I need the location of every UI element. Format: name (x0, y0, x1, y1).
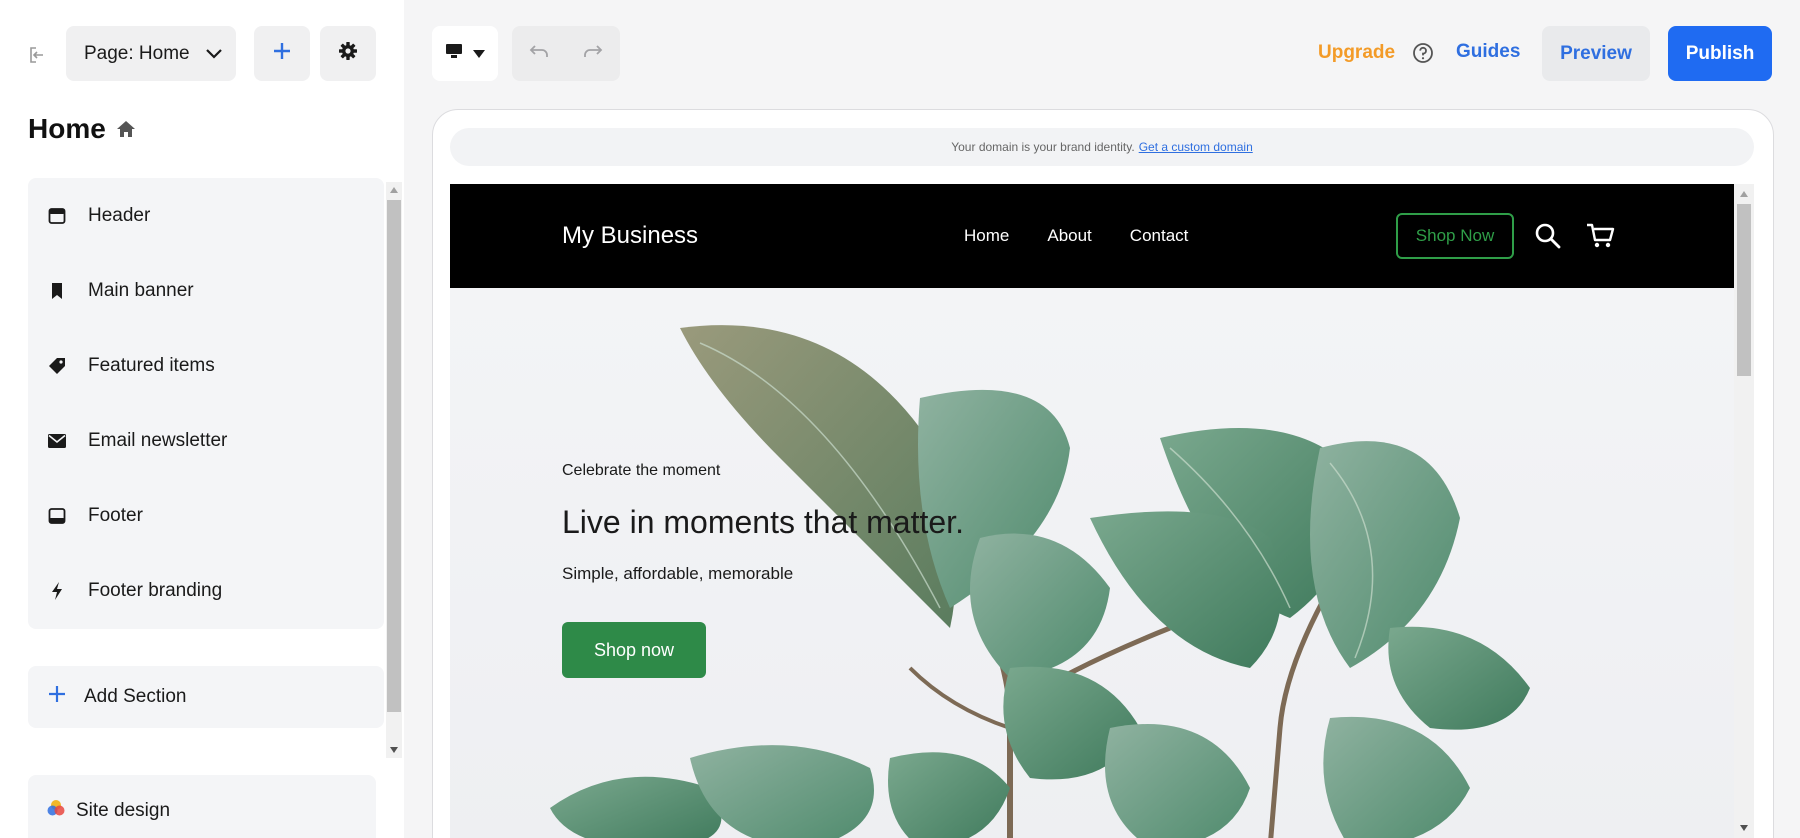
footer-icon (46, 505, 68, 527)
hero-title: Live in moments that matter. (562, 504, 964, 540)
domain-notice-text: Your domain is your brand identity. (951, 140, 1135, 154)
section-item-email-newsletter[interactable]: Email newsletter (28, 403, 384, 478)
section-item-footer[interactable]: Footer (28, 478, 384, 553)
sections-scrollbar[interactable] (386, 182, 402, 758)
section-item-main-banner[interactable]: Main banner (28, 253, 384, 328)
section-label: Main banner (88, 279, 194, 301)
site-header-shop-button[interactable]: Shop Now (1396, 213, 1514, 259)
section-label: Featured items (88, 354, 215, 376)
help-icon[interactable] (1412, 42, 1434, 64)
palette-icon (46, 798, 66, 824)
site-preview: My Business Home About Contact Shop Now (450, 184, 1734, 838)
site-logo[interactable]: My Business (562, 222, 698, 250)
section-label: Footer branding (88, 579, 223, 601)
upgrade-link[interactable]: Upgrade (1318, 42, 1395, 64)
section-label: Header (88, 204, 151, 226)
caret-down-icon (473, 45, 485, 63)
undo-button[interactable] (512, 26, 566, 81)
editor-sidebar: Page: Home Home Header Main banner Featu… (0, 0, 404, 838)
scroll-up-arrow-icon[interactable] (1736, 186, 1752, 202)
plus-icon (272, 41, 292, 66)
site-header[interactable]: My Business Home About Contact Shop Now (450, 184, 1734, 288)
gear-icon (338, 41, 358, 66)
section-label: Email newsletter (88, 429, 228, 451)
site-nav-about[interactable]: About (1047, 226, 1091, 246)
page-select-label: Page: Home (84, 42, 190, 64)
section-list: Header Main banner Featured items Email … (28, 178, 384, 629)
add-section-label: Add Section (84, 686, 187, 707)
page-title-text: Home (28, 113, 106, 144)
site-nav-home[interactable]: Home (964, 226, 1009, 246)
site-nav: Home About Contact (964, 226, 1188, 246)
custom-domain-link[interactable]: Get a custom domain (1139, 140, 1253, 154)
add-page-button[interactable] (254, 26, 310, 81)
hero-shop-now-button[interactable]: Shop now (562, 622, 706, 678)
scroll-down-arrow-icon[interactable] (386, 742, 402, 758)
home-icon (116, 113, 136, 145)
header-icon (46, 205, 68, 227)
undo-icon (528, 44, 550, 63)
desktop-icon (445, 43, 463, 64)
site-design-label: Site design (76, 800, 171, 821)
envelope-icon (46, 430, 68, 452)
plus-icon (48, 685, 66, 709)
tag-icon (46, 355, 68, 377)
site-design-button[interactable]: Site design (28, 775, 376, 838)
page-select-dropdown[interactable]: Page: Home (66, 26, 236, 81)
bookmark-icon (46, 280, 68, 302)
section-label: Footer (88, 504, 143, 526)
scroll-up-arrow-icon[interactable] (386, 182, 402, 198)
scrollbar-thumb[interactable] (1737, 204, 1751, 376)
scrollbar-thumb[interactable] (387, 200, 401, 712)
page-title: Home (28, 113, 136, 145)
scroll-down-arrow-icon[interactable] (1736, 820, 1752, 836)
search-icon[interactable] (1534, 222, 1562, 250)
guides-link[interactable]: Guides (1456, 41, 1520, 63)
section-item-footer-branding[interactable]: Footer branding (28, 553, 384, 628)
cart-icon[interactable] (1586, 222, 1616, 250)
sections-panel: Header Main banner Featured items Email … (28, 178, 404, 756)
plant-image (550, 325, 1530, 838)
device-toggle-button[interactable] (432, 26, 498, 81)
hero-subtitle: Simple, affordable, memorable (562, 564, 794, 583)
hero-eyebrow: Celebrate the moment (562, 462, 721, 479)
publish-button[interactable]: Publish (1668, 26, 1772, 81)
redo-button[interactable] (566, 26, 620, 81)
history-controls (512, 26, 620, 81)
main-banner[interactable]: Celebrate the moment Live in moments tha… (450, 288, 1734, 838)
site-nav-contact[interactable]: Contact (1130, 226, 1189, 246)
add-section-button[interactable]: Add Section (28, 666, 384, 728)
site-preview-scrollbar[interactable] (1734, 184, 1754, 838)
page-settings-button[interactable] (320, 26, 376, 81)
exit-editor-icon[interactable] (26, 44, 48, 66)
domain-notice-bar: Your domain is your brand identity. Get … (450, 128, 1754, 166)
preview-button[interactable]: Preview (1542, 26, 1650, 81)
section-item-header[interactable]: Header (28, 178, 384, 253)
section-item-featured-items[interactable]: Featured items (28, 328, 384, 403)
lightning-icon (46, 580, 68, 602)
redo-icon (582, 44, 604, 63)
chevron-down-icon (205, 48, 222, 59)
